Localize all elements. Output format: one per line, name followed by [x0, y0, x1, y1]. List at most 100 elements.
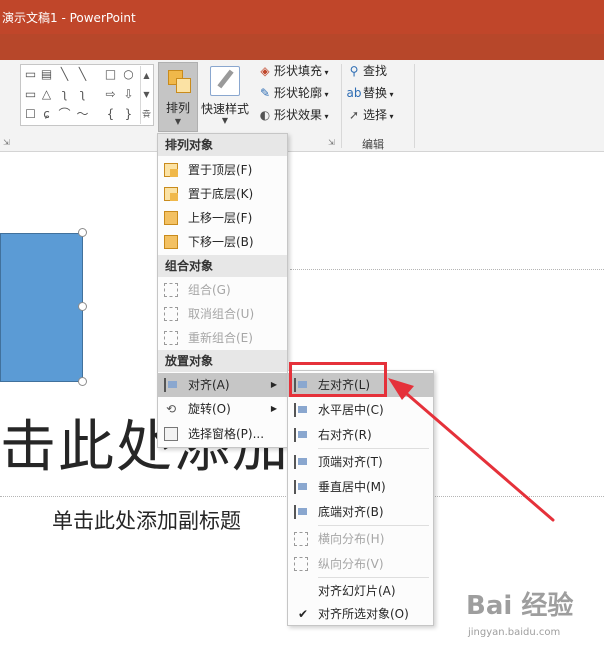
menu-item-distribute-horizontally[interactable]: 横向分布(H) [288, 527, 433, 551]
selection-pane-icon [164, 427, 178, 441]
selected-rectangle-shape[interactable] [0, 233, 83, 382]
gallery-more-icon[interactable]: ☰ [141, 104, 152, 123]
ribbon-tab-strip [0, 34, 604, 60]
chevron-down-icon: ▼ [174, 117, 182, 126]
menu-item-regroup[interactable]: 重新组合(E) [158, 326, 287, 350]
quick-styles-icon [210, 66, 240, 96]
shape-freeform[interactable]: ɕ [39, 107, 54, 122]
checkmark-icon: ✔ [298, 607, 309, 621]
shape-right-brace[interactable]: } [121, 107, 136, 122]
menu-item-ungroup[interactable]: 取消组合(U) [158, 302, 287, 326]
menu-section-position: 放置对象 [158, 350, 287, 372]
align-submenu: 左对齐(L) 水平居中(C) 右对齐(R) 顶端对齐(T) 垂直居中(M) 底端… [287, 370, 434, 626]
arrange-label: 排列 [165, 101, 190, 115]
menu-item-send-to-back[interactable]: 置于底层(K) [158, 182, 287, 206]
find-button[interactable]: ⚲ 查找 [345, 62, 387, 84]
shape-left-brace[interactable]: { [103, 107, 118, 122]
watermark-logo: Bai 经验 [466, 591, 574, 621]
shape-rounded-rect[interactable]: ▭ [23, 87, 38, 102]
title-bar: 演示文稿1 - PowerPoint [0, 0, 604, 34]
resize-handle[interactable] [78, 377, 87, 386]
dialog-launcher-icon[interactable]: ⇲ [3, 138, 10, 147]
menu-item-align[interactable]: 对齐(A) ▶ [158, 373, 287, 397]
send-to-back-icon [164, 187, 178, 201]
align-bottom-icon [294, 505, 308, 519]
rotate-icon: ⟲ [165, 402, 177, 416]
highlight-box [289, 362, 387, 397]
pen-icon: ✎ [259, 86, 271, 100]
group-icon [164, 283, 178, 297]
chevron-down-icon[interactable]: ▼ [141, 85, 152, 104]
shape-right-arrow[interactable]: ⇨ [103, 87, 118, 102]
gallery-scrollbar[interactable]: ▲ ▼ ☰ [140, 66, 152, 124]
resize-handle[interactable] [78, 228, 87, 237]
menu-item-align-to-slide[interactable]: 对齐幻灯片(A) [288, 579, 433, 603]
replace-button[interactable]: ab 替换 ▾ [345, 84, 394, 106]
shape-elbow-arrow[interactable]: ʅ [75, 87, 90, 102]
quick-styles-button[interactable]: 快速样式 ▼ [200, 62, 250, 132]
shape-textbox[interactable]: ▭ [23, 67, 38, 82]
shape-line[interactable]: ╲ [57, 67, 72, 82]
menu-item-send-backward[interactable]: 下移一层(B) [158, 230, 287, 254]
distribute-vertical-icon [294, 557, 308, 571]
menu-item-align-selected-objects[interactable]: ✔ 对齐所选对象(O) [288, 602, 433, 626]
window-title: 演示文稿1 - PowerPoint [2, 11, 136, 25]
menu-item-align-right[interactable]: 右对齐(R) [288, 423, 433, 447]
subtitle-placeholder[interactable]: 单击此处添加副标题 [52, 505, 241, 535]
editing-group-label: 编辑 [362, 138, 384, 151]
group-divider [414, 64, 415, 148]
watermark-url: jingyan.baidu.com [468, 627, 561, 638]
shape-fill-button[interactable]: ◈ 形状填充 ▾ [256, 62, 328, 84]
shape-vertical-textbox[interactable]: ▤ [39, 67, 54, 82]
replace-icon: ab [346, 86, 362, 100]
cursor-icon: ➚ [348, 108, 360, 122]
align-center-icon [294, 403, 308, 417]
shape-arc[interactable]: ⌒ [57, 107, 72, 122]
search-icon: ⚲ [349, 64, 359, 78]
arrange-menu: 排列对象 置于顶层(F) 置于底层(K) 上移一层(F) 下移一层(B) 组合对… [157, 133, 288, 448]
shape-effects-button[interactable]: ◐ 形状效果 ▾ [256, 106, 329, 128]
shape-rectangle[interactable]: □ [103, 67, 118, 82]
menu-item-bring-forward[interactable]: 上移一层(F) [158, 206, 287, 230]
align-top-icon [294, 455, 308, 469]
shape-down-arrow[interactable]: ⇩ [121, 87, 136, 102]
menu-item-distribute-vertically[interactable]: 纵向分布(V) [288, 552, 433, 576]
distribute-horizontal-icon [294, 532, 308, 546]
paint-bucket-icon: ◈ [260, 64, 270, 78]
chevron-down-icon: ▼ [221, 116, 229, 125]
menu-item-group[interactable]: 组合(G) [158, 278, 287, 302]
arrange-icon [165, 67, 193, 95]
align-icon [164, 378, 178, 392]
baidu-watermark: Bai 经验 jingyan.baidu.com [462, 585, 602, 645]
shapes-gallery[interactable]: ▭ ▤ ╲ ╲ □ ○ ▭ △ ʅ ʅ ⇨ ⇩ ☐ ɕ ⌒ 〜 { } ☆ [20, 64, 154, 126]
align-right-icon [294, 428, 308, 442]
menu-item-align-middle[interactable]: 垂直居中(M) [288, 475, 433, 499]
shape-triangle[interactable]: △ [39, 87, 54, 102]
menu-item-align-bottom[interactable]: 底端对齐(B) [288, 500, 433, 524]
dialog-launcher-icon[interactable]: ⇲ [328, 138, 335, 147]
quick-styles-label: 快速样式 [200, 102, 249, 116]
menu-item-align-top[interactable]: 顶端对齐(T) [288, 450, 433, 474]
shape-arrow-line[interactable]: ╲ [75, 67, 90, 82]
chevron-up-icon[interactable]: ▲ [141, 66, 152, 85]
shape-oval[interactable]: ○ [121, 67, 136, 82]
placeholder-border [290, 269, 604, 270]
menu-item-rotate[interactable]: ⟲ 旋转(O) ▶ [158, 397, 287, 421]
ungroup-icon [164, 307, 178, 321]
select-button[interactable]: ➚ 选择 ▾ [345, 106, 394, 128]
chevron-right-icon: ▶ [270, 404, 277, 413]
menu-item-selection-pane[interactable]: 选择窗格(P)... [158, 422, 287, 446]
menu-section-order: 排列对象 [158, 134, 287, 156]
menu-item-bring-to-front[interactable]: 置于顶层(F) [158, 158, 287, 182]
shape-elbow-connector[interactable]: ʅ [57, 87, 72, 102]
resize-handle[interactable] [78, 302, 87, 311]
regroup-icon [164, 331, 178, 345]
send-backward-icon [164, 235, 178, 249]
bring-forward-icon [164, 211, 178, 225]
shape-outline-button[interactable]: ✎ 形状轮廓 ▾ [256, 84, 329, 106]
shape-curve[interactable]: 〜 [75, 107, 90, 122]
arrange-button[interactable]: 排列 ▼ [158, 62, 198, 132]
menu-item-align-center[interactable]: 水平居中(C) [288, 398, 433, 422]
shape-callout[interactable]: ☐ [23, 107, 38, 122]
chevron-right-icon: ▶ [270, 380, 277, 389]
